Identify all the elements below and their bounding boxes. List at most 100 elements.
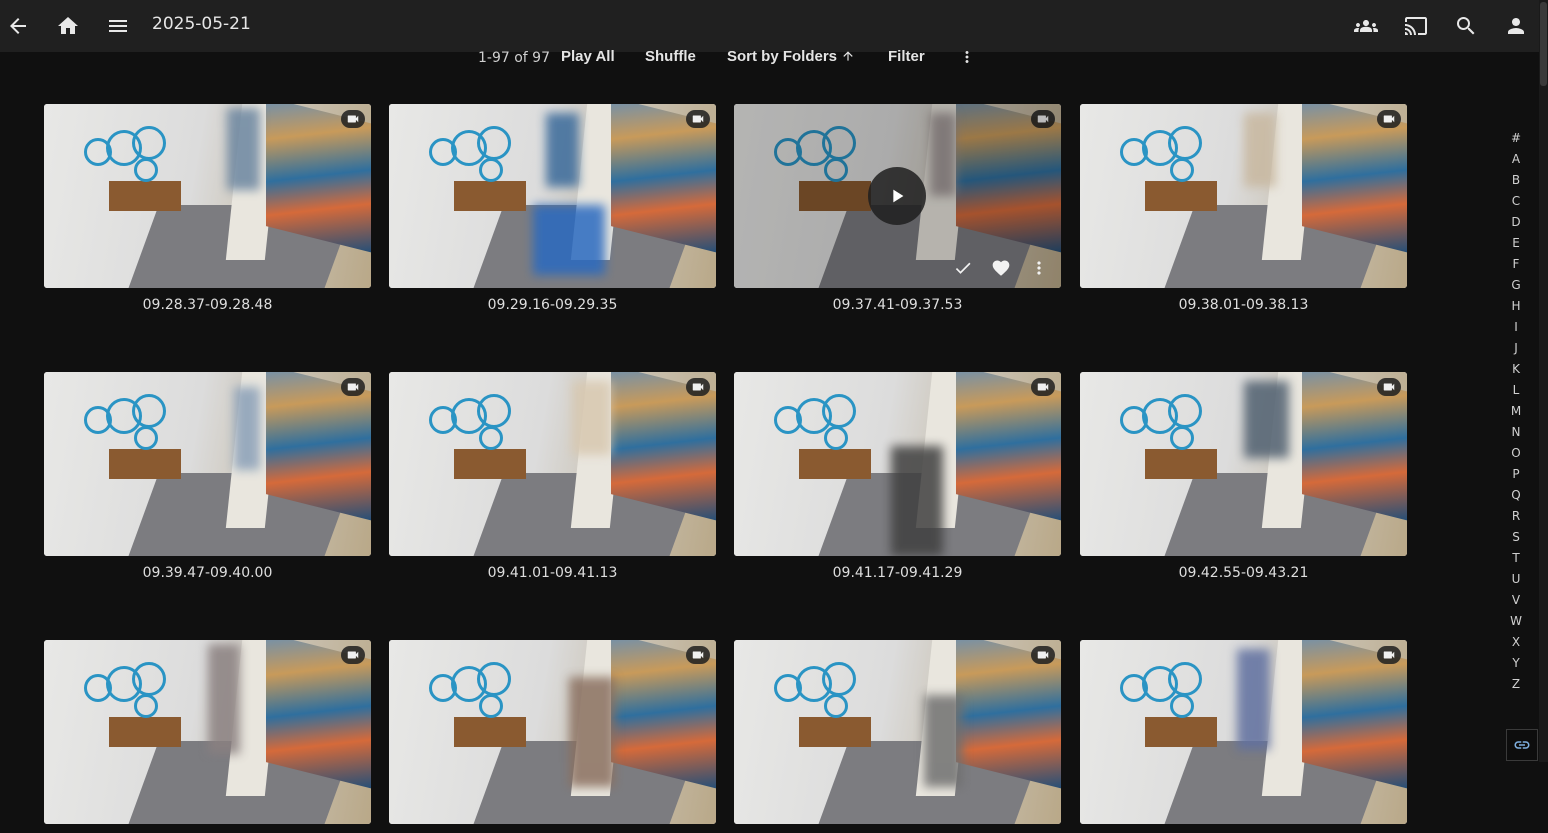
video-caption[interactable]: 09.37.41-09.37.53: [734, 297, 1061, 313]
back-arrow-icon[interactable]: [4, 12, 32, 40]
video-card[interactable]: [1080, 640, 1407, 833]
users-icon[interactable]: [1352, 12, 1380, 40]
alphabet-letter[interactable]: Y: [1506, 655, 1526, 676]
blurred-person: [545, 113, 579, 187]
video-card[interactable]: 09.37.41-09.37.53: [734, 104, 1061, 313]
sort-button-label: Sort by Folders: [727, 48, 838, 65]
video-card[interactable]: 09.39.47-09.40.00: [44, 372, 371, 581]
video-thumbnail[interactable]: [1080, 372, 1407, 556]
blurred-person: [572, 381, 612, 455]
video-caption[interactable]: 09.39.47-09.40.00: [44, 565, 371, 581]
alphabet-letter[interactable]: W: [1506, 613, 1526, 634]
video-thumbnail[interactable]: [389, 104, 716, 288]
item-count: 1-97 of 97: [478, 50, 550, 66]
video-caption[interactable]: 09.28.37-09.28.48: [44, 297, 371, 313]
video-camera-icon: [686, 646, 710, 664]
alphabet-letter[interactable]: Q: [1506, 487, 1526, 508]
top-app-bar: 2025-05-21: [0, 0, 1548, 52]
video-caption[interactable]: 09.42.55-09.43.21: [1080, 565, 1407, 581]
video-thumbnail[interactable]: [734, 372, 1061, 556]
video-card[interactable]: [44, 640, 371, 833]
video-camera-icon: [1031, 378, 1055, 396]
video-caption[interactable]: 09.38.01-09.38.13: [1080, 297, 1407, 313]
video-thumbnail[interactable]: [44, 104, 371, 288]
alphabet-letter[interactable]: Z: [1506, 676, 1526, 697]
list-toolbar: 1-97 of 97 Play All Shuffle Sort by Fold…: [0, 46, 1540, 70]
scrollbar-thumb[interactable]: [1540, 2, 1547, 86]
video-camera-icon: [686, 378, 710, 396]
video-camera-icon: [686, 110, 710, 128]
video-caption[interactable]: 09.41.17-09.41.29: [734, 565, 1061, 581]
alphabet-letter[interactable]: F: [1506, 256, 1526, 277]
blurred-person: [1243, 381, 1290, 459]
cast-icon[interactable]: [1402, 12, 1430, 40]
video-card[interactable]: [734, 640, 1061, 833]
video-thumbnail[interactable]: [44, 372, 371, 556]
menu-icon[interactable]: [104, 12, 132, 40]
alphabet-letter[interactable]: M: [1506, 403, 1526, 424]
video-thumbnail[interactable]: [389, 372, 716, 556]
video-card[interactable]: 09.38.01-09.38.13: [1080, 104, 1407, 313]
alphabet-letter[interactable]: T: [1506, 550, 1526, 571]
more-vert-icon[interactable]: [1027, 256, 1051, 280]
video-card[interactable]: 09.29.16-09.29.35: [389, 104, 716, 313]
video-camera-icon: [341, 378, 365, 396]
video-thumbnail[interactable]: [1080, 104, 1407, 288]
search-icon[interactable]: [1452, 12, 1480, 40]
check-icon[interactable]: [951, 256, 975, 280]
alphabet-letter[interactable]: O: [1506, 445, 1526, 466]
alphabet-letter[interactable]: I: [1506, 319, 1526, 340]
user-icon[interactable]: [1502, 12, 1530, 40]
page-scrollbar[interactable]: [1539, 0, 1548, 762]
shuffle-button[interactable]: Shuffle: [645, 48, 696, 65]
video-card[interactable]: 09.41.17-09.41.29: [734, 372, 1061, 581]
play-all-button[interactable]: Play All: [561, 48, 615, 65]
video-caption[interactable]: 09.41.01-09.41.13: [389, 565, 716, 581]
filter-button[interactable]: Filter: [888, 48, 925, 65]
play-icon[interactable]: [868, 167, 926, 225]
link-icon[interactable]: [1506, 729, 1538, 761]
video-card[interactable]: 09.42.55-09.43.21: [1080, 372, 1407, 581]
video-camera-icon: [341, 646, 365, 664]
video-camera-icon: [1031, 646, 1055, 664]
alphabet-letter[interactable]: D: [1506, 214, 1526, 235]
heart-icon[interactable]: [989, 256, 1013, 280]
video-thumbnail[interactable]: [44, 640, 371, 824]
alphabet-letter[interactable]: X: [1506, 634, 1526, 655]
alphabet-letter[interactable]: V: [1506, 592, 1526, 613]
video-card[interactable]: [389, 640, 716, 833]
home-icon[interactable]: [54, 12, 82, 40]
video-card[interactable]: 09.41.01-09.41.13: [389, 372, 716, 581]
blurred-person: [233, 386, 260, 470]
sort-button[interactable]: Sort by Folders: [727, 48, 855, 65]
video-thumbnail[interactable]: [1080, 640, 1407, 824]
alphabet-letter[interactable]: B: [1506, 172, 1526, 193]
alphabet-letter[interactable]: U: [1506, 571, 1526, 592]
arrow-up-icon: [843, 51, 853, 61]
video-thumbnail[interactable]: [734, 104, 1061, 288]
alphabet-letter[interactable]: S: [1506, 529, 1526, 550]
blurred-person: [532, 205, 605, 276]
alphabet-letter[interactable]: R: [1506, 508, 1526, 529]
alphabet-index: # A B C D E F G H I J K L M N O P Q R S T U V W X Y Z: [1506, 130, 1526, 697]
alphabet-letter[interactable]: L: [1506, 382, 1526, 403]
video-thumbnail[interactable]: [389, 640, 716, 824]
video-camera-icon: [1377, 378, 1401, 396]
video-card[interactable]: 09.28.37-09.28.48: [44, 104, 371, 313]
alphabet-letter[interactable]: E: [1506, 235, 1526, 256]
video-caption[interactable]: 09.29.16-09.29.35: [389, 297, 716, 313]
alphabet-letter[interactable]: H: [1506, 298, 1526, 319]
more-options-icon[interactable]: [958, 48, 976, 68]
alphabet-letter[interactable]: G: [1506, 277, 1526, 298]
alphabet-letter[interactable]: A: [1506, 151, 1526, 172]
alphabet-letter[interactable]: C: [1506, 193, 1526, 214]
alphabet-letter[interactable]: #: [1506, 130, 1526, 151]
page-title: 2025-05-21: [152, 14, 251, 34]
blurred-person: [1243, 113, 1277, 187]
video-thumbnail[interactable]: [734, 640, 1061, 824]
alphabet-letter[interactable]: P: [1506, 466, 1526, 487]
alphabet-letter[interactable]: N: [1506, 424, 1526, 445]
alphabet-letter[interactable]: K: [1506, 361, 1526, 382]
blurred-person: [207, 643, 241, 755]
alphabet-letter[interactable]: J: [1506, 340, 1526, 361]
